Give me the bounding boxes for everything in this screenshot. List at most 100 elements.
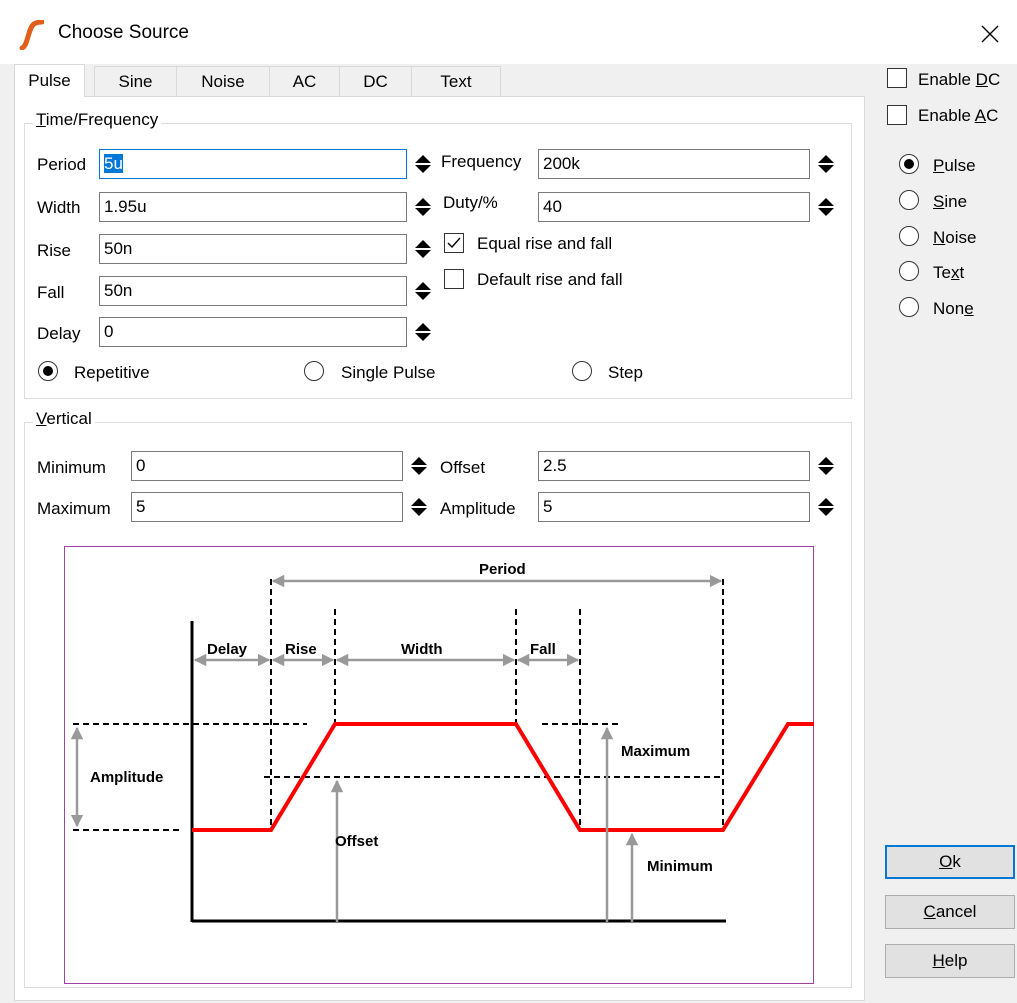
amplitude-value: 5 (543, 497, 553, 516)
fall-spinner[interactable] (412, 276, 434, 306)
label-text: C (986, 106, 999, 125)
width-label: Width (37, 198, 81, 217)
fall-input[interactable]: 50n (99, 276, 407, 306)
tab-label: Noise (201, 71, 245, 91)
source-radio-text[interactable] (899, 261, 919, 281)
tab-pulse[interactable]: Pulse (14, 64, 85, 97)
source-radio-noise[interactable] (899, 226, 919, 246)
button-label: elp (944, 951, 968, 970)
enable-dc-checkbox[interactable] (887, 68, 907, 88)
group-label-accel: T (36, 110, 46, 129)
default-rise-fall-label: Default rise and fall (477, 270, 623, 289)
tab-noise[interactable]: Noise (176, 66, 270, 96)
label-text: C (987, 70, 1001, 89)
label-accel: N (933, 228, 946, 247)
source-radio-pulse-label: Pulse (933, 156, 976, 176)
help-button[interactable]: Help (885, 944, 1015, 978)
tab-sine[interactable]: Sine (94, 66, 177, 96)
period-input[interactable]: 5u (99, 149, 407, 179)
source-radio-noise-label: Noise (933, 228, 976, 248)
minimum-spinner[interactable] (408, 451, 430, 481)
diagram-label-rise: Rise (285, 641, 317, 658)
duty-value: 40 (543, 197, 562, 216)
offset-spinner[interactable] (815, 451, 837, 481)
tab-ac[interactable]: AC (269, 66, 340, 96)
tab-label: Text (440, 71, 472, 91)
amplitude-spinner[interactable] (815, 492, 837, 522)
width-input[interactable]: 1.95u (99, 192, 407, 222)
duty-spinner[interactable] (815, 192, 837, 222)
label-text: Non (933, 299, 965, 318)
ok-button[interactable]: Ok (885, 845, 1015, 879)
period-label: Period (37, 155, 87, 174)
window-title: Choose Source (58, 22, 189, 43)
group-label-text: ime/Frequency (45, 110, 159, 129)
delay-spinner[interactable] (412, 317, 434, 347)
label-text: Enable (918, 70, 976, 89)
amplitude-input[interactable]: 5 (538, 492, 810, 522)
offset-input[interactable]: 2.5 (538, 451, 810, 481)
delay-input[interactable]: 0 (99, 317, 407, 347)
delay-value: 0 (104, 322, 114, 341)
label-text: t (959, 263, 965, 282)
step-label: Step (608, 363, 643, 382)
diagram-label-minimum: Minimum (647, 858, 713, 875)
diagram-label-period: Period (479, 561, 526, 578)
frequency-label: Frequency (441, 152, 522, 171)
frequency-input[interactable]: 200k (538, 149, 810, 179)
source-radio-sine[interactable] (899, 190, 919, 210)
rise-input[interactable]: 50n (99, 234, 407, 264)
close-button[interactable] (970, 14, 1010, 54)
button-label: ancel (935, 902, 977, 921)
equal-rise-fall-checkbox[interactable] (444, 233, 464, 253)
pulse-tab-panel: Time/Frequency Period 5u Width 1.95u Ris… (14, 96, 865, 1001)
cancel-button[interactable]: Cancel (885, 895, 1015, 929)
default-rise-fall-checkbox[interactable] (444, 269, 464, 289)
fall-label: Fall (37, 283, 65, 302)
enable-ac-checkbox[interactable] (887, 105, 907, 125)
frequency-spinner[interactable] (815, 149, 837, 179)
button-accel: C (923, 902, 936, 921)
diagram-label-maximum: Maximum (621, 743, 690, 760)
source-radio-text-label: Text (933, 263, 964, 283)
label-text: Enable (918, 106, 975, 125)
title-bar: Choose Source (0, 0, 1017, 64)
maximum-input[interactable]: 5 (131, 492, 403, 522)
pulse-diagram: Period Delay Rise Width Fall Amplitude M… (64, 546, 814, 984)
group-label-text: ertical (46, 409, 92, 428)
minimum-input[interactable]: 0 (131, 451, 403, 481)
source-radio-none[interactable] (899, 297, 919, 317)
offset-label: Offset (440, 458, 486, 477)
width-value: 1.95u (104, 197, 147, 216)
diagram-label-delay: Delay (207, 641, 248, 658)
maximum-label: Maximum (37, 499, 111, 518)
repetitive-label: Repetitive (74, 363, 150, 382)
diagram-label-offset: Offset (335, 833, 378, 850)
vertical-group-label: Vertical (33, 409, 95, 429)
enable-dc-label: Enable DC (918, 70, 1000, 90)
maximum-spinner[interactable] (408, 492, 430, 522)
tab-dc[interactable]: DC (339, 66, 412, 96)
tab-label: Sine (118, 71, 153, 91)
period-spinner[interactable] (412, 149, 434, 179)
label-accel: D (975, 70, 988, 89)
diagram-frame (64, 546, 814, 984)
step-radio[interactable] (572, 361, 592, 381)
tab-text[interactable]: Text (411, 66, 501, 96)
label-accel: A (974, 106, 987, 125)
single-pulse-radio[interactable] (304, 361, 324, 381)
width-spinner[interactable] (412, 192, 434, 222)
enable-ac-label: Enable AC (918, 106, 998, 126)
checkmark-icon (447, 237, 461, 249)
group-label-accel: V (36, 409, 47, 428)
duty-input[interactable]: 40 (538, 192, 810, 222)
label-text: oise (945, 228, 977, 247)
offset-value: 2.5 (543, 456, 567, 475)
source-radio-pulse[interactable] (899, 154, 919, 174)
source-radio-sine-label: Sine (933, 192, 967, 212)
rise-spinner[interactable] (412, 234, 434, 264)
repetitive-radio[interactable] (38, 361, 58, 381)
amplitude-label: Amplitude (440, 499, 516, 518)
source-radio-none-label: None (933, 299, 974, 319)
delay-label: Delay (37, 324, 81, 343)
